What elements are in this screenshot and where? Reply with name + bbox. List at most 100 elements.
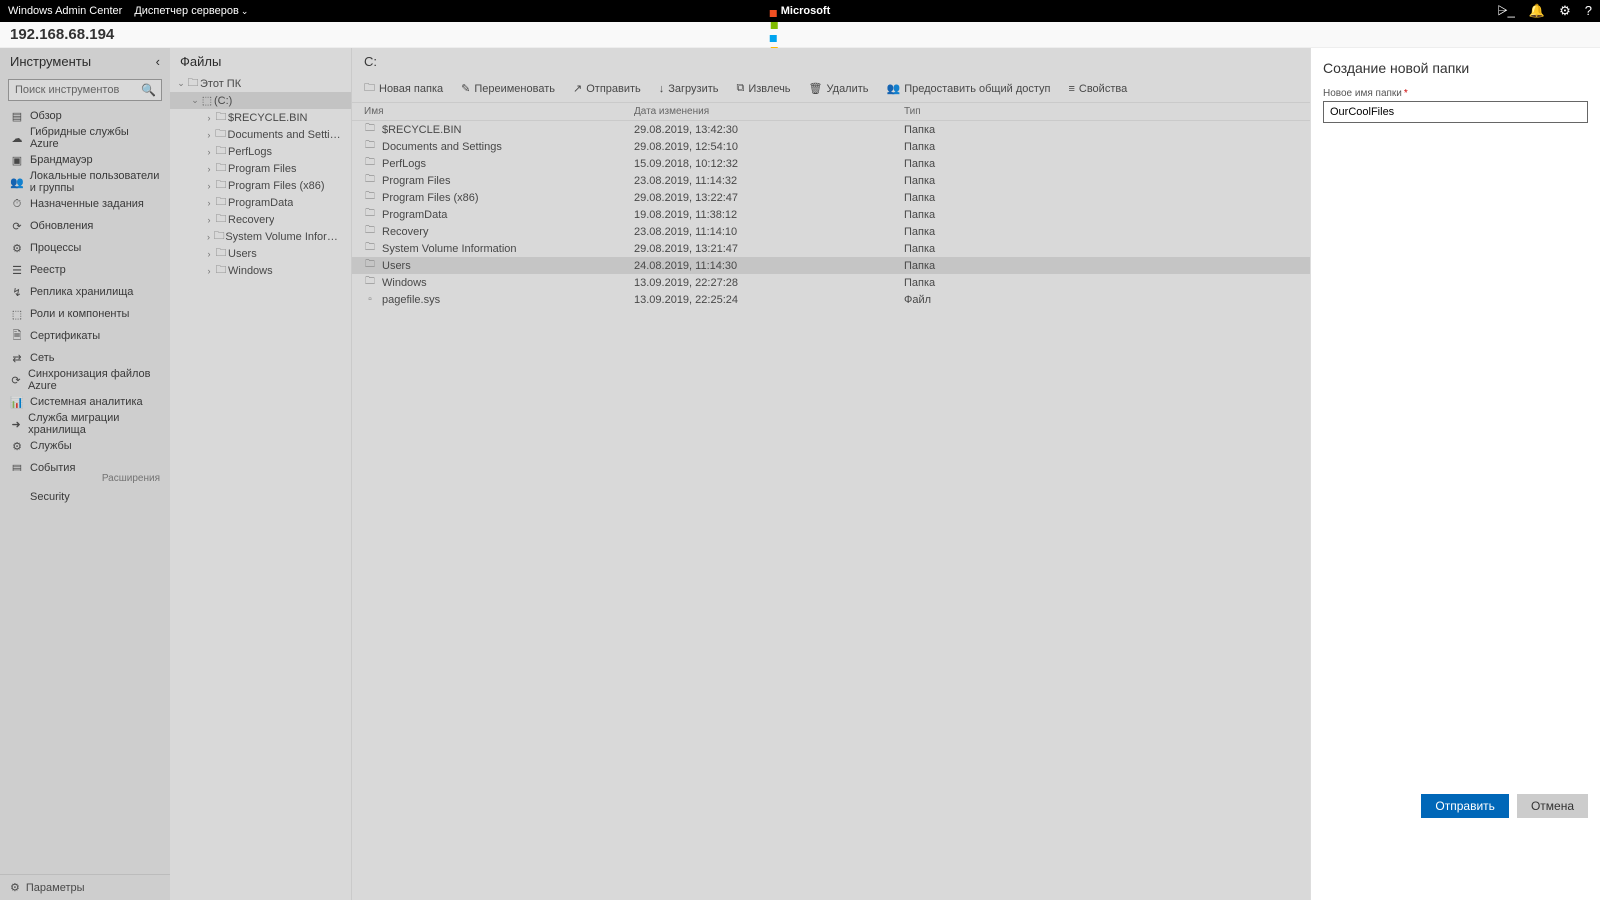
sidebar-item-13[interactable]: 📊Системная аналитика <box>0 391 170 413</box>
search-icon[interactable]: 🔍 <box>141 83 156 97</box>
sidebar-item-15[interactable]: ⚙Службы <box>0 435 170 457</box>
tool-icon: ▣ <box>10 154 24 167</box>
properties-button[interactable]: ≡Свойства <box>1068 83 1127 95</box>
sidebar-item-0[interactable]: ▤Обзор <box>0 105 170 127</box>
tool-icon: ⟳ <box>10 220 24 233</box>
pc-icon: 🗀 <box>186 74 200 93</box>
top-bar: Windows Admin Center Диспетчер серверов⌄… <box>0 0 1600 22</box>
tree-label: Users <box>228 248 257 260</box>
rename-button[interactable]: ✎Переименовать <box>461 82 555 95</box>
row-name: Program Files <box>382 175 450 187</box>
row-type: Папка <box>904 192 1004 204</box>
settings-icon[interactable]: ⚙ <box>1559 3 1571 19</box>
sidebar-item-8[interactable]: ↯Реплика хранилища <box>0 281 170 303</box>
tree-item[interactable]: ›🗀$RECYCLE.BIN <box>170 109 351 126</box>
sidebar-item-16[interactable]: ▤ События <box>0 457 170 471</box>
product-name[interactable]: Windows Admin Center <box>8 5 122 17</box>
sidebar-collapse-icon[interactable]: ‹ <box>156 54 160 69</box>
download-button[interactable]: ↓Загрузить <box>659 83 719 95</box>
tree-label: Windows <box>228 265 273 277</box>
sidebar-item-6[interactable]: ⚙Процессы <box>0 237 170 259</box>
toolbar-label: Загрузить <box>668 83 718 95</box>
tree-label: Program Files <box>228 163 296 175</box>
col-date[interactable]: Дата изменения <box>634 106 904 117</box>
tree-item[interactable]: ›🗀Recovery <box>170 211 351 228</box>
upload-button[interactable]: ↗Отправить <box>573 82 641 95</box>
tree-item[interactable]: ›🗀Users <box>170 245 351 262</box>
tool-icon: ➜ <box>10 418 22 431</box>
help-icon[interactable]: ? <box>1585 3 1592 19</box>
tool-icon: 📊 <box>10 396 24 409</box>
server-manager-dropdown[interactable]: Диспетчер серверов⌄ <box>134 5 248 17</box>
chevron-down-icon: ⌄ <box>190 95 200 106</box>
sidebar-item-14[interactable]: ➜Служба миграции хранилища <box>0 413 170 435</box>
chevron-right-icon: › <box>204 130 214 140</box>
chevron-down-icon: ⌄ <box>241 6 249 16</box>
tree-item[interactable]: ›🗀PerfLogs <box>170 143 351 160</box>
tree-root[interactable]: ⌄ 🗀 Этот ПК <box>170 75 351 92</box>
sidebar-footer-label: Параметры <box>26 882 85 894</box>
row-type: Папка <box>904 260 1004 272</box>
tree-item[interactable]: ›🗀Program Files <box>170 160 351 177</box>
tree-item[interactable]: ›🗀ProgramData <box>170 194 351 211</box>
tree-drive-c[interactable]: ⌄ ⬚ (C:) <box>170 92 351 109</box>
sidebar-item-11[interactable]: ⇄Сеть <box>0 347 170 369</box>
sidebar-item-10[interactable]: 🗎Сертификаты <box>0 325 170 347</box>
sidebar-item-1[interactable]: ☁Гибридные службы Azure <box>0 127 170 149</box>
tools-search-input[interactable] <box>8 79 162 101</box>
tree-item[interactable]: ›🗀System Volume Information <box>170 228 351 245</box>
sidebar-item-security[interactable]: Security <box>0 486 170 508</box>
sidebar-item-5[interactable]: ⟳ Обновления <box>0 215 170 237</box>
chevron-right-icon: › <box>204 147 214 157</box>
cancel-button[interactable]: Отмена <box>1517 794 1588 818</box>
tool-icon: ▤ <box>10 462 24 472</box>
folder-icon: 🗀 <box>214 261 228 280</box>
extensions-section-label: Расширения <box>0 471 170 486</box>
chevron-right-icon: › <box>204 232 213 242</box>
tool-icon: ☰ <box>10 264 24 277</box>
sidebar-item-label: События <box>30 462 75 471</box>
sidebar-item-3[interactable]: 👥Локальные пользователи и группы <box>0 171 170 193</box>
row-name: PerfLogs <box>382 158 426 170</box>
sidebar-item-7[interactable]: ☰Реестр <box>0 259 170 281</box>
powershell-icon[interactable]: ⩥_ <box>1497 3 1515 19</box>
tool-icon: ⏱ <box>10 198 24 211</box>
sidebar-item-label: Сертификаты <box>30 330 100 342</box>
sidebar-footer-settings[interactable]: ⚙ Параметры <box>0 874 170 900</box>
row-type: Папка <box>904 124 1004 136</box>
sidebar-item-label: Обновления <box>30 220 93 232</box>
tree-label: $RECYCLE.BIN <box>228 112 307 124</box>
extract-button[interactable]: ⧉Извлечь <box>737 82 791 95</box>
folder-name-input[interactable] <box>1323 101 1588 123</box>
tree-item[interactable]: ›🗀Documents and Settings <box>170 126 351 143</box>
col-type[interactable]: Тип <box>904 106 1004 117</box>
toolbar-icon: ✎ <box>461 82 470 95</box>
toolbar-icon: 👥 <box>887 82 901 95</box>
sidebar-item-12[interactable]: ⟳Синхронизация файлов Azure <box>0 369 170 391</box>
row-name: Recovery <box>382 226 428 238</box>
toolbar-icon: ≡ <box>1068 83 1074 95</box>
tree-label: Documents and Settings <box>228 129 345 141</box>
brand: Microsoft <box>770 5 831 17</box>
chevron-right-icon: › <box>204 215 214 225</box>
sidebar-item-4[interactable]: ⏱Назначенные задания <box>0 193 170 215</box>
new-folder-button[interactable]: 🗀Новая папка <box>364 79 443 98</box>
delete-button[interactable]: 🗑Удалить <box>809 82 869 95</box>
share-button[interactable]: 👥Предоставить общий доступ <box>887 82 1051 95</box>
tool-icon: ☁ <box>10 132 24 145</box>
tree-item[interactable]: ›🗀Windows <box>170 262 351 279</box>
submit-button[interactable]: Отправить <box>1421 794 1509 818</box>
notifications-icon[interactable]: 🔔 <box>1529 3 1545 19</box>
sidebar-item-9[interactable]: ⬚Роли и компоненты <box>0 303 170 325</box>
panel-title: Создание новой папки <box>1323 60 1588 76</box>
tree-label: Program Files (x86) <box>228 180 325 192</box>
row-name: $RECYCLE.BIN <box>382 124 461 136</box>
toolbar-label: Предоставить общий доступ <box>904 83 1050 95</box>
col-name[interactable]: Имя <box>364 106 634 117</box>
tree-item[interactable]: ›🗀Program Files (x86) <box>170 177 351 194</box>
toolbar-label: Новая папка <box>379 83 443 95</box>
folder-icon: 🗀 <box>364 155 376 172</box>
row-date: 29.08.2019, 13:21:47 <box>634 243 904 255</box>
sidebar-item-2[interactable]: ▣Брандмауэр <box>0 149 170 171</box>
row-date: 23.08.2019, 11:14:10 <box>634 226 904 238</box>
